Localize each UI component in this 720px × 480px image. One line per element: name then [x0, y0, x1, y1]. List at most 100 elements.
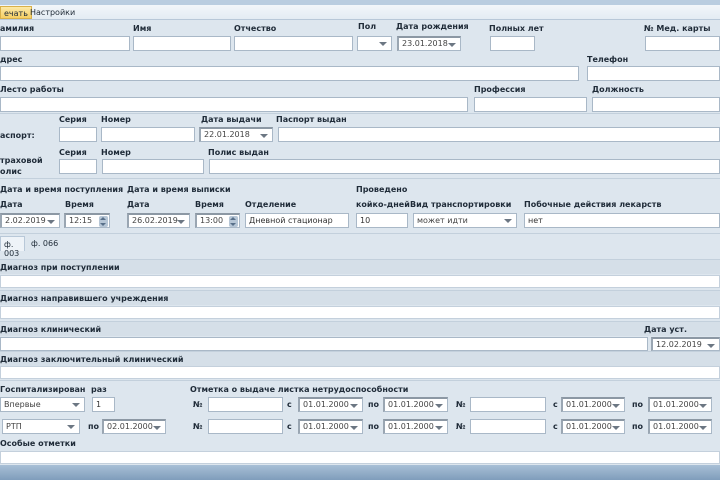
date-value: 01.01.2000 [303, 400, 349, 409]
address-input[interactable] [0, 66, 579, 81]
admission-label: Дата и время поступления [0, 185, 124, 194]
hospitalized-select[interactable]: Впервые [0, 397, 85, 412]
admission-time-spinner[interactable]: 12:15 [64, 213, 110, 228]
date-value: 01.01.2000 [388, 400, 434, 409]
sick-leave-2-1-number-input[interactable] [208, 419, 283, 434]
chevron-down-icon [504, 219, 512, 223]
sick-leave-2-1-till-label: по [368, 422, 380, 431]
divider [0, 178, 720, 179]
chevron-down-icon [707, 344, 715, 348]
status-bar [0, 465, 720, 480]
card-label: № Мед. карты [644, 24, 711, 33]
conducted-label: Проведено [356, 185, 408, 194]
patronymic-input[interactable] [234, 36, 353, 51]
sick-leave-1-1-till-date-picker[interactable]: 01.01.2000 [383, 397, 448, 412]
chevron-down-icon [260, 134, 268, 138]
diagnosis-admission-header: Диагноз при поступлении [0, 259, 720, 274]
times-input[interactable]: 1 [92, 397, 115, 412]
chevron-down-icon [350, 426, 358, 430]
diagnosis-clinical-input[interactable] [0, 337, 648, 351]
issue-date-picker[interactable]: 22.01.2018 [199, 127, 273, 142]
divider [0, 233, 720, 234]
department-input[interactable]: Дневной стационар [245, 213, 349, 228]
sick-leave-2-2-from-label: с [553, 422, 558, 431]
date-value: 01.01.2000 [566, 422, 612, 431]
sick-leave-1-2-till-date-picker[interactable]: 01.01.2000 [648, 397, 712, 412]
policy-number-input[interactable] [102, 159, 204, 174]
spinner-arrows-icon[interactable] [99, 216, 108, 227]
sick-leave-2-2-till-label: по [632, 422, 644, 431]
sex-select[interactable] [357, 36, 392, 51]
type-select[interactable]: РТП [2, 419, 80, 434]
passport-issued-input[interactable] [278, 127, 720, 142]
passport-issued-label: Паспорт выдан [276, 115, 347, 124]
passport-number-label: Номер [101, 115, 131, 124]
chevron-down-icon [47, 220, 55, 224]
tab-settings[interactable]: Настройки [27, 6, 78, 19]
discharge-time-value: 13:00 [200, 216, 224, 225]
spinner-arrows-icon[interactable] [229, 216, 238, 227]
sick-leave-1-1-no-label: № [193, 400, 203, 409]
policy-number-label: Номер [101, 148, 131, 157]
diagnosis-final-header: Диагноз заключительный клинический [0, 351, 720, 366]
discharge-date-value: 26.02.2019 [132, 216, 178, 225]
tab-f003[interactable]: ф. 003 [0, 236, 25, 258]
sick-leave-1-2-number-input[interactable] [470, 397, 546, 412]
name-input[interactable] [133, 36, 231, 51]
sick-leave-2-1-from-date-picker[interactable]: 01.01.2000 [298, 419, 363, 434]
discharge-label: Дата и время выписки [127, 185, 231, 194]
set-date-label: Дата уст. [644, 325, 687, 334]
passport-number-input[interactable] [101, 127, 195, 142]
dob-picker[interactable]: 23.01.2018 [397, 36, 461, 51]
diagnosis-clinical-header: Диагноз клинический [0, 321, 720, 336]
phone-input[interactable] [587, 66, 720, 81]
discharge-time-label: Время [195, 200, 224, 209]
diagnosis-referring-input[interactable] [0, 306, 720, 319]
diagnosis-final-input[interactable] [0, 366, 720, 379]
chevron-down-icon [379, 42, 387, 46]
admission-time-label: Время [65, 200, 94, 209]
sick-leave-1-1-from-date-picker[interactable]: 01.01.2000 [298, 397, 363, 412]
card-input[interactable] [645, 36, 720, 51]
sick-leave-1-2-till-label: по [632, 400, 644, 409]
special-marks-input[interactable] [0, 451, 720, 464]
chevron-down-icon [177, 220, 185, 224]
chevron-down-icon [153, 426, 161, 430]
workplace-input[interactable] [0, 97, 468, 112]
sick-leave-2-1-no-label: № [193, 422, 203, 431]
chevron-down-icon [350, 404, 358, 408]
insurance-label-line2: олис [0, 167, 22, 176]
sick-leave-1-2-from-date-picker[interactable]: 01.01.2000 [561, 397, 625, 412]
discharge-time-spinner[interactable]: 13:00 [195, 213, 240, 228]
sick-leave-2-2-number-input[interactable] [470, 419, 546, 434]
admission-date-picker[interactable]: 2.02.2019 [0, 213, 60, 228]
discharge-date-picker[interactable]: 26.02.2019 [127, 213, 190, 228]
chevron-down-icon [67, 425, 75, 429]
age-input[interactable] [490, 36, 535, 51]
policy-issued-input[interactable] [209, 159, 720, 174]
passport-series-input[interactable] [59, 127, 97, 142]
position-input[interactable] [592, 97, 720, 112]
sick-leave-1-2-no-label: № [456, 400, 466, 409]
profession-input[interactable] [474, 97, 587, 112]
times-label: раз [91, 385, 107, 394]
tab-f066[interactable]: ф. 066 [28, 236, 61, 251]
admission-time-value: 12:15 [69, 216, 93, 225]
to-date-picker[interactable]: 02.01.2000 [102, 419, 166, 434]
diagnosis-admission-input[interactable] [0, 275, 720, 288]
sick-leave-2-1-till-date-picker[interactable]: 01.01.2000 [383, 419, 448, 434]
surname-input[interactable] [0, 36, 130, 51]
policy-series-input[interactable] [59, 159, 97, 174]
bed-days-input[interactable]: 10 [356, 213, 408, 228]
side-effects-input[interactable]: нет [524, 213, 720, 228]
department-label: Отделение [245, 200, 297, 209]
set-date-picker[interactable]: 12.02.2019 [651, 337, 720, 351]
divider [0, 113, 720, 114]
sick-leave-1-2-from-label: с [553, 400, 558, 409]
chevron-down-icon [699, 404, 707, 408]
sick-leave-2-2-till-date-picker[interactable]: 01.01.2000 [648, 419, 712, 434]
sick-leave-1-1-number-input[interactable] [208, 397, 283, 412]
profession-label: Профессия [474, 85, 526, 94]
sick-leave-2-2-from-date-picker[interactable]: 01.01.2000 [561, 419, 625, 434]
transport-select[interactable]: может идти [413, 213, 517, 228]
